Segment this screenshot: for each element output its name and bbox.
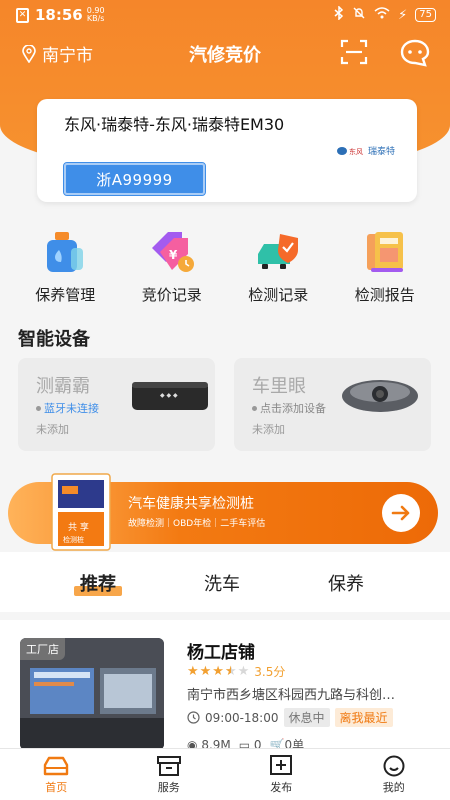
battery-indicator: 75 xyxy=(415,8,436,22)
nav-label: 发布 xyxy=(270,781,293,794)
quick-action-bid-records[interactable]: ¥ 竞价记录 xyxy=(122,228,222,308)
shop-hours: 09:00-18:00 休息中 离我最近 xyxy=(187,708,393,727)
license-plate: 浙A99999 xyxy=(63,162,206,196)
device-name: 车里眼 xyxy=(252,376,306,397)
arrow-right-icon[interactable] xyxy=(382,494,420,532)
nav-home[interactable]: 首页 xyxy=(0,749,113,800)
tab-recommend[interactable]: 推荐 xyxy=(74,570,122,596)
nav-label: 我的 xyxy=(382,781,405,794)
oil-can-icon xyxy=(47,232,84,272)
tab-label: 推荐 xyxy=(80,574,116,595)
nav-publish[interactable]: 发布 xyxy=(225,749,338,800)
tab-label: 洗车 xyxy=(204,574,240,595)
nav-service[interactable]: 服务 xyxy=(113,749,226,800)
bluetooth-icon xyxy=(334,5,344,24)
svg-text:共 享: 共 享 xyxy=(68,521,89,533)
speed-unit: KB/s xyxy=(86,14,105,23)
quick-action-maintenance[interactable]: 保养管理 xyxy=(15,228,115,308)
page-title: 汽修竞价 xyxy=(189,45,261,66)
shop-address: 南宁市西乡塘区科园西九路与科创… xyxy=(187,688,396,703)
shop-card[interactable]: 工厂店 杨工店铺 ★★★★★★ 3.5分 南宁市西乡塘区科园西九路与科创… 09… xyxy=(0,620,450,752)
rating-text: 3.5分 xyxy=(254,665,286,679)
device-status: 点击添加设备 xyxy=(252,400,326,416)
rating-stars: ★★★★★★ xyxy=(187,664,251,679)
charging-icon: ⚡ xyxy=(398,7,408,23)
quick-action-label: 检测记录 xyxy=(248,286,309,304)
vehicle-card[interactable]: 东风·瑞泰特-东风·瑞泰特EM30 东风 瑞泰特 浙A99999 xyxy=(37,99,417,202)
network-speed: 0.90 KB/s xyxy=(87,7,105,23)
device-status-text: 蓝牙未连接 xyxy=(44,402,99,415)
shop-name: 杨工店铺 xyxy=(187,643,255,663)
quick-actions: 保养管理 ¥ 竞价记录 检测记录 检测报告 xyxy=(0,228,450,308)
banner-subtitle: 故障检测｜OBD年检｜二手车评估 xyxy=(128,519,266,529)
svg-text:东风: 东风 xyxy=(349,147,363,156)
quick-action-inspection-report[interactable]: 检测报告 xyxy=(335,228,435,308)
home-car-icon xyxy=(44,756,69,776)
service-box-icon xyxy=(156,756,181,776)
device-sub: 未添加 xyxy=(36,423,69,436)
nav-mine[interactable]: 我的 xyxy=(338,749,450,800)
clock-icon xyxy=(187,711,200,724)
top-nav: 南宁市 汽修竞价 xyxy=(0,36,450,70)
device-name: 测霸霸 xyxy=(36,376,90,397)
status-time: 18:56 xyxy=(35,6,83,24)
quick-action-label: 检测报告 xyxy=(354,286,415,304)
shop-rating: ★★★★★★ 3.5分 xyxy=(187,663,285,680)
tab-maintenance[interactable]: 保养 xyxy=(328,570,364,596)
publish-plus-icon xyxy=(270,755,293,775)
svg-text:检测桩: 检测桩 xyxy=(63,535,84,544)
profile-smile-icon xyxy=(383,755,405,777)
banner-title: 汽车健康共享检测桩 xyxy=(128,496,254,512)
status-dot-icon xyxy=(252,405,257,411)
kiosk-image: 共 享 检测桩 xyxy=(51,473,111,551)
mute-icon xyxy=(352,6,366,24)
vehicle-name: 东风·瑞泰特-东风·瑞泰特EM30 xyxy=(64,115,285,134)
bottom-nav: 首页 服务 发布 我的 xyxy=(0,748,450,800)
price-tag-icon: ¥ xyxy=(151,232,194,272)
svg-text:¥: ¥ xyxy=(169,248,178,262)
health-kiosk-banner[interactable]: 共 享 检测桩 汽车健康共享检测桩 故障检测｜OBD年检｜二手车评估 xyxy=(8,473,438,551)
svg-text:◆ ◆ ◆: ◆ ◆ ◆ xyxy=(160,392,178,399)
status-dot-icon xyxy=(36,405,41,411)
status-icons: ⚡ 75 xyxy=(334,5,436,24)
message-icon[interactable] xyxy=(400,39,430,71)
nav-label: 服务 xyxy=(157,781,180,794)
device-sub: 未添加 xyxy=(252,423,285,436)
quick-action-label: 保养管理 xyxy=(35,286,96,304)
status-bar: ✕ 18:56 0.90 KB/s ⚡ 75 xyxy=(0,0,450,30)
brand-logo: 东风 瑞泰特 xyxy=(336,144,395,157)
car-shield-icon xyxy=(258,234,299,269)
device-status: 蓝牙未连接 xyxy=(36,400,99,416)
tab-car-wash[interactable]: 洗车 xyxy=(204,570,240,596)
wifi-icon xyxy=(374,7,390,23)
quick-action-inspection-records[interactable]: 检测记录 xyxy=(228,228,328,308)
scan-icon[interactable] xyxy=(340,39,368,69)
nearest-badge: 离我最近 xyxy=(334,708,393,727)
hours-text: 09:00-18:00 xyxy=(205,710,279,725)
device-card-chelieyan[interactable]: 车里眼 点击添加设备 未添加 xyxy=(234,358,431,451)
device-card-cebaba[interactable]: 测霸霸 蓝牙未连接 未添加 ◆ ◆ ◆ xyxy=(18,358,215,451)
shop-photo: 工厂店 xyxy=(20,638,164,750)
tab-label: 保养 xyxy=(328,574,364,595)
brand-logo-text: 瑞泰特 xyxy=(367,147,395,157)
obd-device-image: ◆ ◆ ◆ xyxy=(132,382,208,410)
brand-emblem-icon: 东风 xyxy=(336,146,363,156)
nav-label: 首页 xyxy=(45,781,68,794)
smart-devices-title: 智能设备 xyxy=(18,329,90,350)
quick-action-label: 竞价记录 xyxy=(141,286,202,304)
device-status-text: 点击添加设备 xyxy=(260,402,326,415)
report-book-icon xyxy=(366,232,403,272)
category-tabs: 推荐 洗车 保养 xyxy=(0,552,450,612)
shop-type-badge: 工厂店 xyxy=(20,638,65,660)
dashcam-device-image xyxy=(342,380,418,412)
sim-icon: ✕ xyxy=(16,7,29,23)
status-badge: 休息中 xyxy=(283,708,330,727)
